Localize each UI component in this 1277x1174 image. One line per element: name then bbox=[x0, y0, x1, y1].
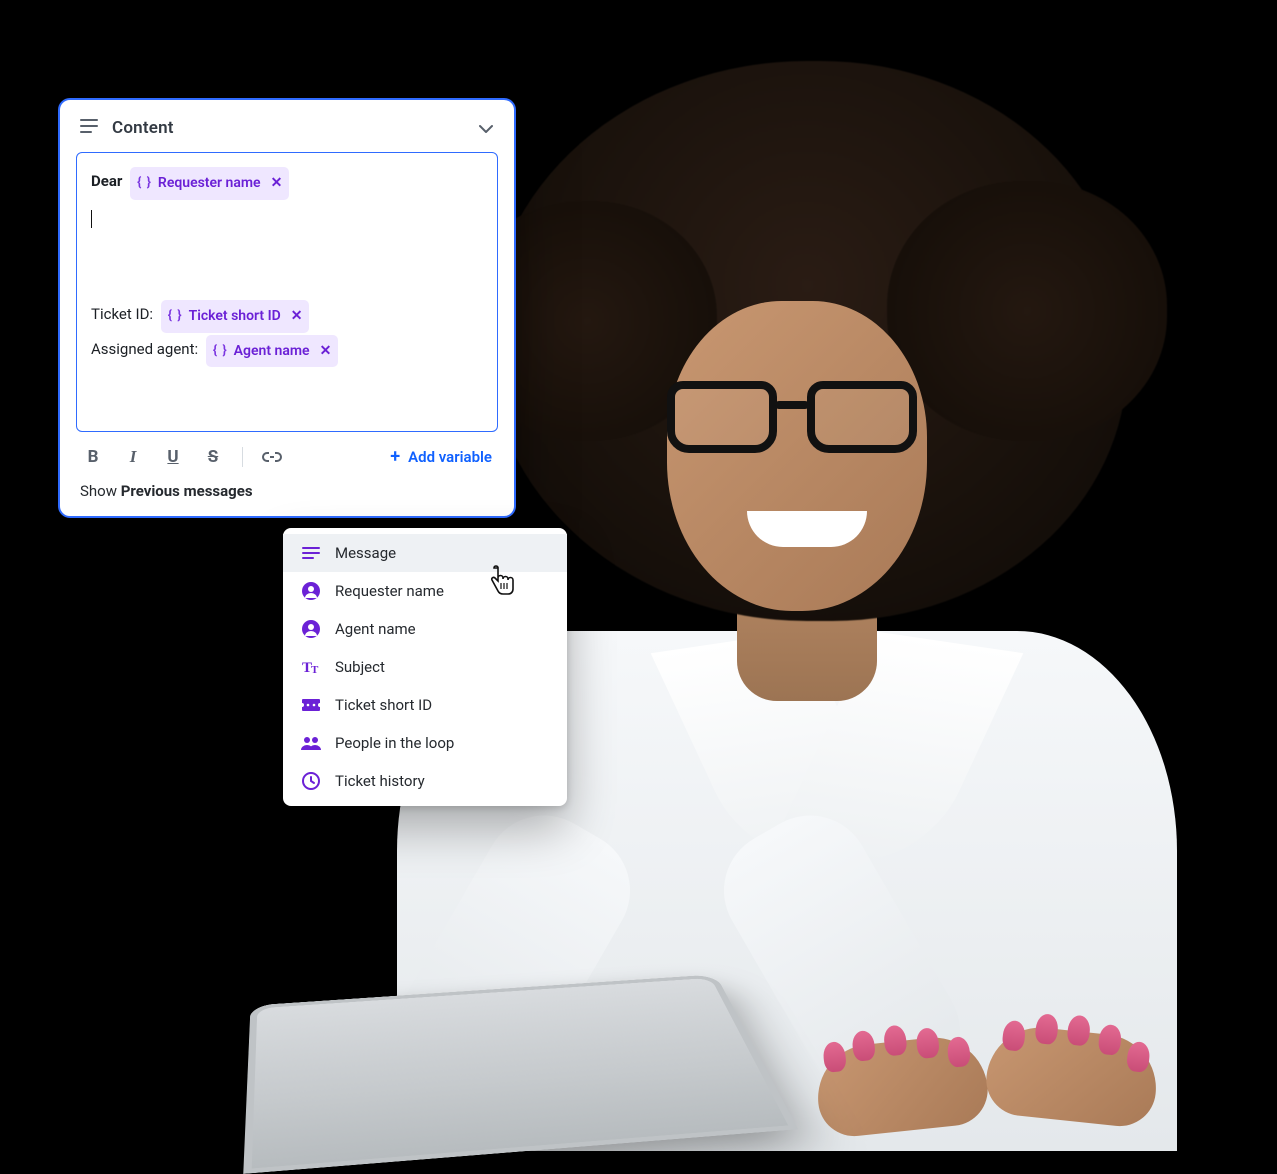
card-header[interactable]: Content bbox=[76, 118, 498, 152]
braces-icon: { } bbox=[213, 339, 228, 364]
dropdown-item-label: Ticket short ID bbox=[335, 696, 432, 714]
underline-button[interactable]: U bbox=[162, 446, 184, 468]
braces-icon: { } bbox=[137, 171, 152, 196]
dropdown-item-label: People in the loop bbox=[335, 734, 454, 752]
svg-text:T: T bbox=[311, 664, 319, 676]
format-toolbar: B I U S + Add variable bbox=[76, 432, 498, 472]
content-editor-textarea[interactable]: Dear { } Requester name ✕ Ticket ID: { }… bbox=[76, 152, 498, 432]
show-previous-messages-row[interactable]: Show Previous messages bbox=[76, 472, 498, 500]
braces-icon: { } bbox=[168, 304, 183, 329]
dropdown-item-label: Ticket history bbox=[335, 772, 425, 790]
people-icon bbox=[301, 733, 321, 753]
dropdown-item-label: Subject bbox=[335, 658, 385, 676]
previous-messages-label: Previous messages bbox=[121, 482, 253, 500]
show-prefix: Show bbox=[80, 482, 121, 500]
toolbar-divider bbox=[242, 447, 243, 467]
chip-label: Agent name bbox=[234, 338, 310, 365]
dropdown-item-label: Requester name bbox=[335, 582, 444, 600]
variable-chip-agent-name[interactable]: { } Agent name ✕ bbox=[206, 335, 338, 368]
variable-chip-requester-name[interactable]: { } Requester name ✕ bbox=[130, 167, 289, 200]
strikethrough-button[interactable]: S bbox=[202, 446, 224, 468]
link-button[interactable] bbox=[261, 446, 283, 468]
person-icon bbox=[301, 619, 321, 639]
dropdown-item-people-in-loop[interactable]: People in the loop bbox=[283, 724, 567, 762]
remove-chip-button[interactable]: ✕ bbox=[291, 309, 303, 323]
plus-icon: + bbox=[390, 448, 400, 466]
remove-chip-button[interactable]: ✕ bbox=[320, 344, 332, 358]
add-variable-button[interactable]: + Add variable bbox=[390, 448, 492, 466]
dropdown-item-agent-name[interactable]: Agent name bbox=[283, 610, 567, 648]
add-variable-dropdown: Message Requester name Agent name T T Su… bbox=[283, 528, 567, 806]
text-cursor bbox=[91, 210, 92, 228]
person-icon bbox=[301, 581, 321, 601]
dropdown-item-label: Message bbox=[335, 544, 396, 562]
laptop bbox=[247, 811, 807, 1151]
add-variable-label: Add variable bbox=[408, 448, 492, 466]
chip-label: Requester name bbox=[158, 170, 261, 197]
ticket-id-label: Ticket ID: bbox=[91, 305, 153, 323]
clock-icon bbox=[301, 771, 321, 791]
variable-chip-ticket-short-id[interactable]: { } Ticket short ID ✕ bbox=[161, 300, 310, 333]
remove-chip-button[interactable]: ✕ bbox=[271, 176, 283, 190]
dropdown-item-ticket-short-id[interactable]: Ticket short ID bbox=[283, 686, 567, 724]
bold-button[interactable]: B bbox=[82, 446, 104, 468]
dropdown-item-message[interactable]: Message bbox=[283, 534, 567, 572]
dropdown-item-label: Agent name bbox=[335, 620, 416, 638]
dropdown-item-requester-name[interactable]: Requester name bbox=[283, 572, 567, 610]
italic-button[interactable]: I bbox=[122, 446, 144, 468]
card-title: Content bbox=[112, 118, 174, 138]
ticket-icon bbox=[301, 695, 321, 715]
list-icon bbox=[301, 543, 321, 563]
dropdown-item-subject[interactable]: T T Subject bbox=[283, 648, 567, 686]
dropdown-item-ticket-history[interactable]: Ticket history bbox=[283, 762, 567, 800]
chip-label: Ticket short ID bbox=[189, 303, 281, 330]
content-editor-card: Content Dear { } Requester name ✕ Ticket… bbox=[58, 98, 516, 518]
greeting-prefix: Dear bbox=[91, 172, 122, 190]
text-icon: T T bbox=[301, 657, 321, 677]
chevron-down-icon[interactable] bbox=[478, 119, 494, 138]
assigned-agent-label: Assigned agent: bbox=[91, 340, 198, 358]
list-icon bbox=[80, 118, 98, 138]
